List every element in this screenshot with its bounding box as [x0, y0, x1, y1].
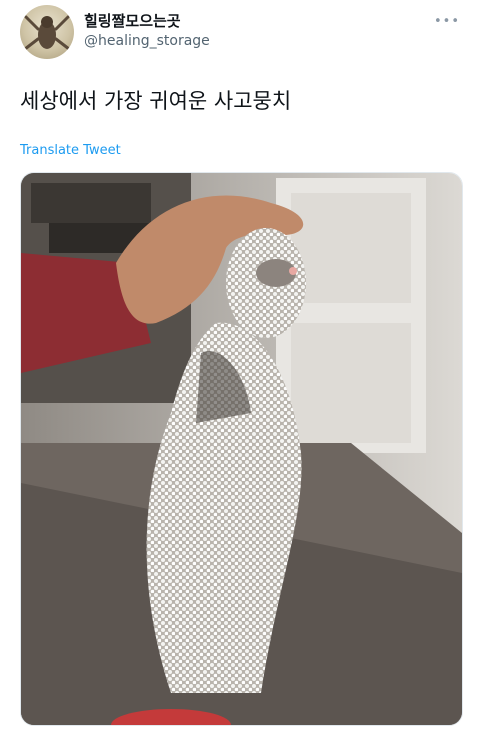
translate-tweet-link[interactable]: Translate Tweet [20, 143, 121, 158]
avatar[interactable] [20, 5, 74, 59]
more-horizontal-icon[interactable]: ••• [434, 14, 460, 29]
tweet-photo[interactable] [20, 172, 463, 726]
display-name[interactable]: 힐링짤모으는곳 [84, 10, 181, 31]
user-handle[interactable]: @healing_storage [84, 33, 210, 49]
tweet-text: 세상에서 가장 귀여운 사고뭉치 [20, 89, 292, 113]
